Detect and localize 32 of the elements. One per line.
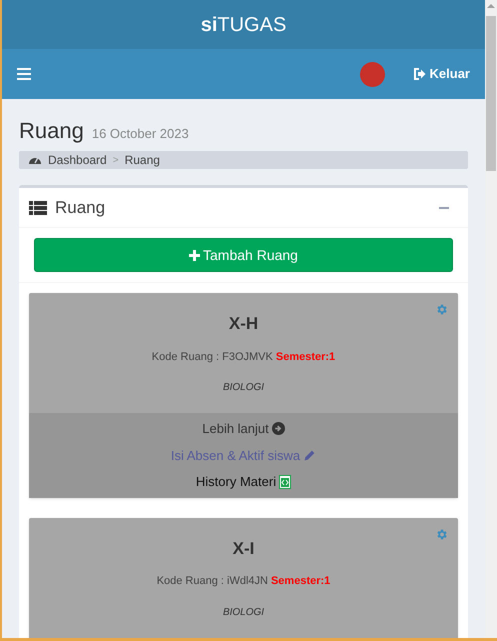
app-title[interactable]: siTUGAS xyxy=(200,10,286,40)
breadcrumb-link[interactable]: Dashboard xyxy=(29,151,107,169)
page-date: 16 October 2023 xyxy=(92,125,189,143)
dashboard-icon xyxy=(29,155,41,165)
room-name: X-I xyxy=(232,538,254,560)
add-room-button[interactable]: Tambah Ruang xyxy=(34,238,453,272)
menu-icon[interactable] xyxy=(17,68,31,80)
settings-icon[interactable] xyxy=(435,528,448,540)
room-code: Kode Ruang : iWdl4JN xyxy=(156,574,268,589)
breadcrumb-current: Ruang xyxy=(124,152,160,169)
pencil-icon xyxy=(303,448,316,462)
room-code: Kode Ruang : F3OJMVK xyxy=(152,350,273,364)
subject-label: BIOLOGI xyxy=(222,381,264,395)
subject-label: BIOLOGI xyxy=(222,606,264,620)
semester-label: Semester:1 xyxy=(270,574,330,589)
card-link[interactable]: History Materi xyxy=(196,472,292,492)
document-icon xyxy=(279,474,292,489)
logout-button[interactable]: Keluar xyxy=(414,64,470,84)
semester-label: Semester:1 xyxy=(276,350,336,364)
card-link[interactable]: Lebih lanjut xyxy=(202,419,285,438)
card-link[interactable]: Isi Absen & Aktif siswa xyxy=(170,446,316,465)
user-avatar[interactable] xyxy=(360,62,385,86)
sign-out-icon xyxy=(414,68,426,80)
room-name: X-H xyxy=(228,313,258,335)
settings-icon[interactable] xyxy=(435,303,448,316)
breadcrumb-separator: > xyxy=(112,154,119,168)
scrollbar[interactable] xyxy=(485,0,497,638)
plus-icon xyxy=(189,250,200,260)
arrow-circle-icon xyxy=(272,422,285,436)
list-icon xyxy=(29,200,47,214)
page-title: Ruang xyxy=(19,117,84,145)
panel-title: Ruang xyxy=(55,196,106,219)
